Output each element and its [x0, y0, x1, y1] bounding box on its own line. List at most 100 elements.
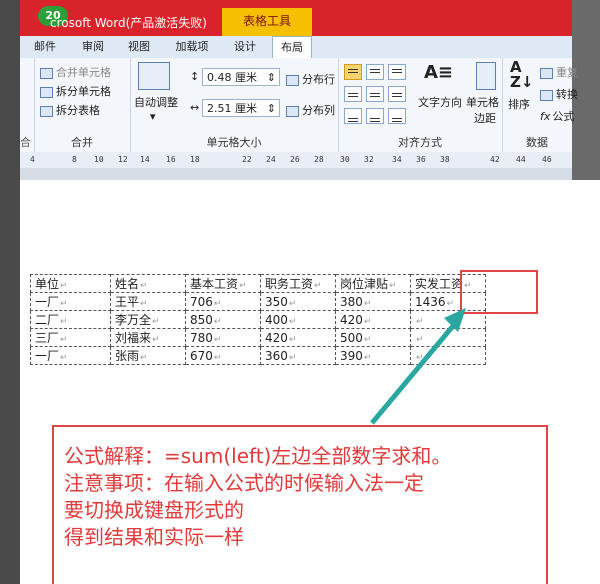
table-cell[interactable]: 780↵: [185, 328, 261, 347]
text-direction-button[interactable]: 文字方向: [418, 94, 462, 110]
tab-mailings[interactable]: 邮件: [28, 36, 62, 58]
left-edge-panel: [0, 0, 20, 584]
table-cell[interactable]: ↵: [410, 328, 486, 347]
table-cell[interactable]: ↵: [410, 346, 486, 365]
merge-cells-icon: [40, 67, 53, 79]
cell-text: 单位: [35, 277, 60, 291]
convert-button[interactable]: 转换: [540, 86, 578, 102]
table-cell[interactable]: 一厂↵: [30, 292, 111, 311]
row-height-icon: ↕: [190, 70, 200, 83]
tab-review[interactable]: 审阅: [76, 36, 110, 58]
table-cell[interactable]: 500↵: [335, 328, 411, 347]
note-line-3: 要切换成键盘形式的: [64, 498, 244, 522]
chevron-down-icon: ▾: [150, 110, 156, 123]
paragraph-mark-icon: ↵: [416, 316, 424, 327]
align-middle-center-button[interactable]: [366, 86, 384, 102]
cell-size-group-label: 单元格大小: [206, 136, 262, 149]
split-table-button[interactable]: 拆分表格: [40, 102, 100, 118]
table-cell[interactable]: 380↵: [335, 292, 411, 311]
table-cell[interactable]: 王平↵: [110, 292, 186, 311]
note-line-2: 注意事项：在输入公式的时候输入法一定: [64, 471, 424, 495]
table-cell[interactable]: 420↵: [260, 328, 336, 347]
table-cell[interactable]: 400↵: [260, 310, 336, 329]
table-cell[interactable]: 三厂↵: [30, 328, 111, 347]
cell-text: 一厂: [35, 295, 60, 309]
ruler-tick: 44: [516, 155, 526, 164]
tab-layout[interactable]: 布局: [272, 36, 312, 59]
align-middle-left-button[interactable]: [344, 86, 362, 102]
paragraph-mark-icon: ↵: [288, 334, 297, 345]
ruler-tick: 22: [242, 155, 252, 164]
paragraph-mark-icon: ↵: [288, 298, 297, 309]
data-table[interactable]: 单位↵ 姓名↵ 基本工资↵ 职务工资↵ 岗位津贴↵ 实发工资↵ 一厂↵ 王平↵ 706↵ 350↵…: [30, 274, 486, 365]
note-line-4: 得到结果和实际一样: [64, 525, 244, 549]
align-bottom-left-button[interactable]: [344, 108, 362, 124]
table-cell[interactable]: 420↵: [335, 310, 411, 329]
data-group-label: 数据: [526, 136, 548, 149]
table-cell[interactable]: 张雨↵: [110, 346, 186, 365]
tab-view[interactable]: 视图: [122, 36, 156, 58]
table-cell[interactable]: 职务工资↵: [260, 274, 336, 293]
table-cell[interactable]: 一厂↵: [30, 346, 111, 365]
ribbon-tabs: 邮件 审阅 视图 加载项 设计 布局: [20, 36, 572, 59]
cell-text: 一厂: [35, 349, 60, 363]
paragraph-mark-icon: ↵: [140, 353, 148, 363]
cell-margins-button[interactable]: 单元格: [466, 94, 499, 110]
horizontal-ruler[interactable]: 4 8 10 12 14 16 18 22 24 26 28 30 32 34 36 38 42 44 46: [20, 152, 572, 169]
cell-text: 420: [265, 330, 288, 345]
row-height-input[interactable]: 0.48 厘米 ⇕: [202, 68, 280, 86]
split-table-icon: [40, 105, 53, 117]
context-tab-group-title: 表格工具: [222, 8, 312, 36]
col-width-input[interactable]: 2.51 厘米 ⇕: [202, 99, 280, 117]
merge-cells-button[interactable]: 合并单元格: [40, 64, 111, 80]
distribute-rows-button[interactable]: 分布行: [286, 71, 335, 87]
cell-text: 350: [265, 294, 288, 309]
text-direction-icon: A≡: [424, 62, 454, 83]
table-cell[interactable]: 706↵: [185, 292, 261, 311]
paragraph-mark-icon: ↵: [389, 281, 397, 291]
distribute-cols-icon: [286, 105, 299, 117]
cell-text: 390: [340, 348, 363, 363]
paragraph-mark-icon: ↵: [140, 281, 148, 291]
ruler-tick: 4: [30, 155, 35, 164]
align-top-right-button[interactable]: [388, 64, 406, 80]
paragraph-mark-icon: ↵: [363, 316, 372, 327]
cell-text: 李万全: [115, 313, 152, 327]
autofit-button[interactable]: 自动调整: [134, 94, 178, 110]
table-cell[interactable]: 850↵: [185, 310, 261, 329]
cell-text: 360: [265, 348, 288, 363]
convert-icon: [540, 89, 553, 101]
cut-group-label: 合: [20, 136, 31, 149]
table-cell[interactable]: 李万全↵: [110, 310, 186, 329]
tab-design[interactable]: 设计: [228, 36, 262, 58]
table-cell[interactable]: 350↵: [260, 292, 336, 311]
align-top-left-button[interactable]: [344, 64, 362, 80]
split-cells-button[interactable]: 拆分单元格: [40, 83, 111, 99]
table-cell[interactable]: 670↵: [185, 346, 261, 365]
table-cell[interactable]: 二厂↵: [30, 310, 111, 329]
repeat-header-icon: [540, 67, 553, 79]
table-cell[interactable]: 360↵: [260, 346, 336, 365]
tab-addins[interactable]: 加载项: [170, 36, 214, 58]
distribute-cols-button[interactable]: 分布列: [286, 102, 335, 118]
table-cell[interactable]: 基本工资↵: [185, 274, 261, 293]
cell-text: 500: [340, 330, 363, 345]
table-row: 二厂↵ 李万全↵ 850↵ 400↵ 420↵ ↵: [30, 310, 486, 329]
repeat-header-button[interactable]: 重复: [540, 64, 578, 80]
ruler-tick: 18: [190, 155, 200, 164]
cell-text: 706: [190, 294, 213, 309]
paragraph-mark-icon: ↵: [363, 352, 372, 363]
align-bottom-right-button[interactable]: [388, 108, 406, 124]
align-bottom-center-button[interactable]: [366, 108, 384, 124]
formula-button[interactable]: fx 公式: [540, 108, 574, 124]
cell-text: 380: [340, 294, 363, 309]
table-cell[interactable]: 刘福来↵: [110, 328, 186, 347]
table-cell[interactable]: 姓名↵: [110, 274, 186, 293]
paragraph-mark-icon: ↵: [314, 281, 322, 291]
table-cell[interactable]: 单位↵: [30, 274, 111, 293]
align-middle-right-button[interactable]: [388, 86, 406, 102]
table-cell[interactable]: 岗位津贴↵: [335, 274, 411, 293]
table-cell[interactable]: 390↵: [335, 346, 411, 365]
align-top-center-button[interactable]: [366, 64, 384, 80]
sort-button[interactable]: 排序: [508, 96, 530, 112]
